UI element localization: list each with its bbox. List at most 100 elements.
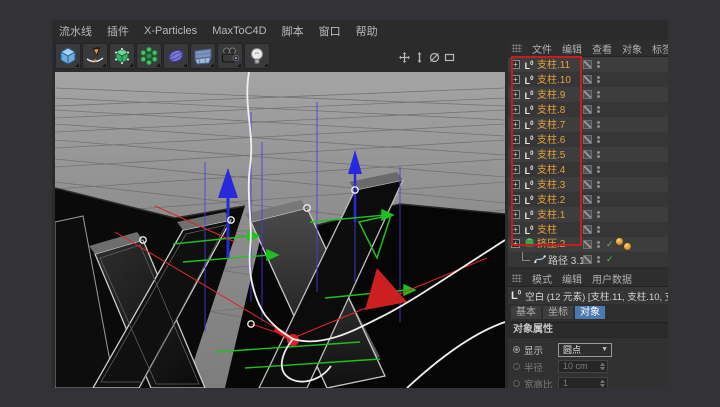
menu-item-script[interactable]: 脚本 xyxy=(282,23,304,39)
expand-icon[interactable]: + xyxy=(511,135,520,144)
object-row[interactable]: +L0支柱.3 xyxy=(508,177,668,192)
layer-toggle[interactable] xyxy=(583,135,592,144)
visibility-dots[interactable] xyxy=(597,164,600,175)
expand-icon[interactable]: + xyxy=(511,195,520,204)
subdivision-surface-button[interactable] xyxy=(109,43,135,69)
expand-icon[interactable]: + xyxy=(511,225,520,234)
stepper-arrows-icon[interactable] xyxy=(600,380,605,387)
light-button[interactable] xyxy=(244,43,270,69)
tab-coord[interactable]: 坐标 xyxy=(543,306,573,319)
enabled-check-icon[interactable]: ✓ xyxy=(606,252,614,267)
object-row[interactable]: +L0支柱.5 xyxy=(508,147,668,162)
expand-icon[interactable]: + xyxy=(511,75,520,84)
layer-toggle[interactable] xyxy=(583,180,592,189)
camera-button[interactable] xyxy=(217,43,243,69)
om-menu-view[interactable]: 查看 xyxy=(592,41,612,56)
object-row[interactable]: +L0支柱.11 xyxy=(508,57,668,72)
expand-icon[interactable]: + xyxy=(511,150,520,159)
expand-icon[interactable]: + xyxy=(511,165,520,174)
radius-field[interactable]: 10 cm xyxy=(558,360,608,373)
deformer-sphere-button[interactable] xyxy=(163,43,189,69)
visibility-dots[interactable] xyxy=(597,134,600,145)
expand-icon[interactable]: + xyxy=(511,210,520,219)
visibility-dots[interactable] xyxy=(597,179,600,190)
visibility-dots[interactable] xyxy=(597,59,600,70)
am-menu-edit[interactable]: 编辑 xyxy=(562,271,582,286)
object-row[interactable]: +L0支柱.8 xyxy=(508,102,668,117)
zoom-icon[interactable] xyxy=(414,52,425,63)
visibility-dots[interactable] xyxy=(597,239,600,250)
visibility-dots[interactable] xyxy=(597,209,600,220)
layer-toggle[interactable] xyxy=(583,240,592,249)
object-row[interactable]: +L0支柱.10 xyxy=(508,72,668,87)
aspect-ratio-field[interactable]: 1 xyxy=(558,377,608,388)
stepper-arrows-icon[interactable] xyxy=(600,363,605,370)
material-tags[interactable] xyxy=(616,238,631,250)
expand-icon[interactable]: + xyxy=(511,60,520,69)
visibility-dots[interactable] xyxy=(597,149,600,160)
layer-toggle[interactable] xyxy=(583,75,592,84)
pan-icon[interactable] xyxy=(399,52,410,63)
tab-object[interactable]: 对象 xyxy=(575,306,605,319)
om-menu-edit[interactable]: 编辑 xyxy=(562,41,582,56)
panel-grid-icon[interactable] xyxy=(512,44,522,52)
expand-icon[interactable]: + xyxy=(511,180,520,189)
object-row[interactable]: 路径 3.1✓ xyxy=(508,252,668,267)
layer-toggle[interactable] xyxy=(583,210,592,219)
am-menu-userdata[interactable]: 用户数据 xyxy=(592,271,632,286)
expand-icon[interactable]: + xyxy=(511,120,520,129)
enabled-check-icon[interactable]: ✓ xyxy=(606,237,614,252)
object-row[interactable]: +L0支柱.6 xyxy=(508,132,668,147)
layer-toggle[interactable] xyxy=(583,120,592,129)
environment-floor-button[interactable] xyxy=(190,43,216,69)
keyframe-circle-icon[interactable] xyxy=(513,380,520,387)
menu-item-maxtoc4d[interactable]: MaxToC4D xyxy=(212,25,266,37)
visibility-dots[interactable] xyxy=(597,89,600,100)
visibility-dots[interactable] xyxy=(597,224,600,235)
object-row[interactable]: +L0支柱.7 xyxy=(508,117,668,132)
layer-toggle[interactable] xyxy=(583,255,592,264)
layer-toggle[interactable] xyxy=(583,225,592,234)
menu-item-window[interactable]: 窗口 xyxy=(319,23,341,39)
object-row[interactable]: +L0支柱 xyxy=(508,222,668,237)
layer-toggle[interactable] xyxy=(583,195,592,204)
tab-basic[interactable]: 基本 xyxy=(511,306,541,319)
layer-toggle[interactable] xyxy=(583,60,592,69)
menu-item-help[interactable]: 帮助 xyxy=(356,23,378,39)
object-row[interactable]: +挤压.2✓ xyxy=(508,237,668,252)
rotate-icon[interactable] xyxy=(429,52,440,63)
menu-item-xparticles[interactable]: X-Particles xyxy=(144,25,197,37)
spline-pen-button[interactable] xyxy=(82,43,108,69)
viewport[interactable] xyxy=(55,72,505,388)
visibility-dots[interactable] xyxy=(597,74,600,85)
object-row[interactable]: +L0支柱.4 xyxy=(508,162,668,177)
cube-primitive-button[interactable] xyxy=(55,43,81,69)
display-dropdown[interactable]: 圆点 ▼ xyxy=(558,343,612,357)
layer-toggle[interactable] xyxy=(583,90,592,99)
visibility-dots[interactable] xyxy=(597,254,600,265)
keyframe-circle-icon[interactable] xyxy=(513,363,520,370)
visibility-dots[interactable] xyxy=(597,194,600,205)
am-menu-mode[interactable]: 模式 xyxy=(532,271,552,286)
panel-grid-icon[interactable] xyxy=(512,274,522,282)
array-generator-button[interactable] xyxy=(136,43,162,69)
object-properties-header[interactable]: 对象属性 xyxy=(508,322,668,338)
keyframe-circle-icon[interactable] xyxy=(513,346,520,353)
layer-toggle[interactable] xyxy=(583,165,592,174)
expand-icon[interactable]: + xyxy=(511,90,520,99)
expand-icon[interactable]: + xyxy=(511,239,520,248)
om-menu-tags[interactable]: 标签 xyxy=(652,41,668,56)
menu-item-plugins[interactable]: 插件 xyxy=(107,23,129,39)
layer-toggle[interactable] xyxy=(583,150,592,159)
om-menu-object[interactable]: 对象 xyxy=(622,41,642,56)
object-row[interactable]: +L0支柱.9 xyxy=(508,87,668,102)
expand-icon[interactable]: + xyxy=(511,105,520,114)
menu-item-pipeline[interactable]: 流水线 xyxy=(59,23,92,39)
object-row[interactable]: +L0支柱.1 xyxy=(508,207,668,222)
layer-toggle[interactable] xyxy=(583,105,592,114)
visibility-dots[interactable] xyxy=(597,119,600,130)
object-row[interactable]: +L0支柱.2 xyxy=(508,192,668,207)
maximize-icon[interactable] xyxy=(444,52,455,63)
om-menu-file[interactable]: 文件 xyxy=(532,41,552,56)
visibility-dots[interactable] xyxy=(597,104,600,115)
